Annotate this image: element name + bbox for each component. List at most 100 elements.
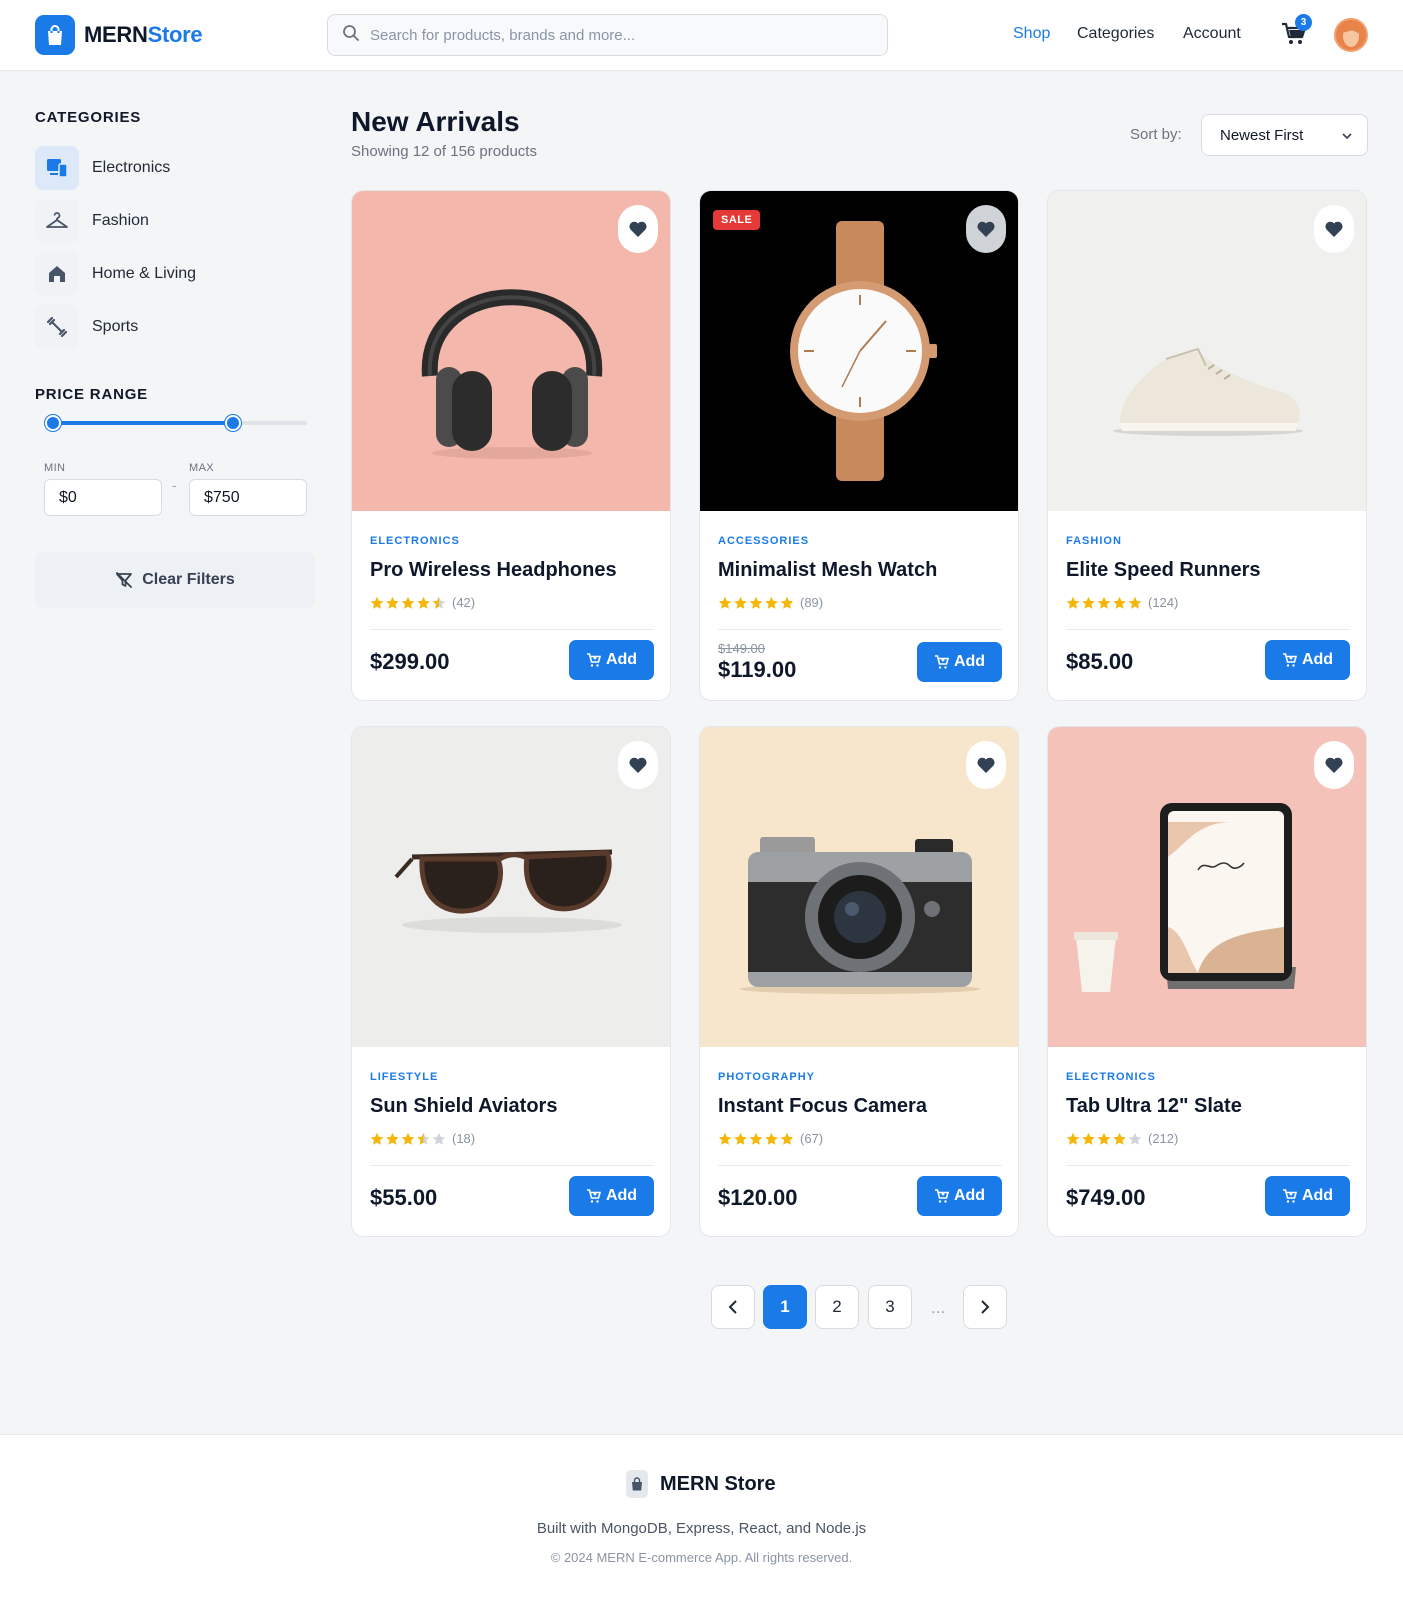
- category-label: Electronics: [92, 159, 171, 176]
- sort-select[interactable]: Newest First: [1201, 114, 1368, 156]
- pagination-page-3[interactable]: 3: [868, 1285, 912, 1329]
- add-to-cart-button[interactable]: Add: [569, 1176, 654, 1216]
- nav-categories[interactable]: Categories: [1077, 25, 1154, 43]
- product-name[interactable]: Elite Speed Runners: [1066, 559, 1261, 582]
- divider: [1066, 629, 1350, 630]
- cart-count-badge: 3: [1295, 14, 1312, 31]
- pagination-next-button[interactable]: [963, 1285, 1007, 1329]
- star-rating-icon: [718, 1132, 794, 1146]
- site-logo[interactable]: MERNStore: [35, 15, 203, 55]
- product-price: $120.00: [718, 1185, 798, 1210]
- add-label: Add: [953, 653, 986, 670]
- max-label: MAX: [189, 462, 215, 474]
- product-image[interactable]: [1048, 191, 1366, 511]
- product-card[interactable]: SALE ACCESSORIES Minimalist Mesh Watch (…: [699, 190, 1019, 701]
- product-card[interactable]: ELECTRONICS Pro Wireless Headphones (42)…: [351, 190, 671, 701]
- category-label: Fashion: [92, 212, 149, 229]
- product-rating: (67): [718, 1131, 823, 1146]
- divider: [370, 1165, 654, 1166]
- category-home-living[interactable]: Home & Living: [35, 252, 315, 296]
- product-price: $119.00: [718, 657, 797, 682]
- product-price: $749.00: [1066, 1185, 1146, 1210]
- product-card[interactable]: LIFESTYLE Sun Shield Aviators (18) $55.0…: [351, 726, 671, 1237]
- search-input[interactable]: [370, 26, 850, 44]
- shopping-bag-icon: [35, 15, 75, 55]
- product-category: ACCESSORIES: [718, 535, 810, 547]
- wishlist-heart-icon[interactable]: [618, 205, 658, 253]
- min-price-input[interactable]: $0: [44, 479, 162, 516]
- product-image[interactable]: [352, 727, 670, 1047]
- pagination-prev-button[interactable]: [711, 1285, 755, 1329]
- wishlist-heart-icon[interactable]: [1314, 741, 1354, 789]
- category-electronics[interactable]: Electronics: [35, 146, 315, 190]
- sort-value: Newest First: [1220, 126, 1304, 144]
- pagination-page-1[interactable]: 1: [763, 1285, 807, 1329]
- add-to-cart-button[interactable]: Add: [917, 1176, 1002, 1216]
- avatar[interactable]: [1334, 18, 1368, 52]
- review-count: (124): [1148, 595, 1179, 610]
- product-rating: (18): [370, 1131, 475, 1146]
- add-label: Add: [605, 651, 638, 668]
- price-slider-min-handle[interactable]: [45, 415, 61, 431]
- product-category: FASHION: [1066, 535, 1122, 547]
- add-to-cart-button[interactable]: Add: [1265, 640, 1350, 680]
- price-range-heading: PRICE RANGE: [35, 386, 148, 403]
- chevron-left-icon: [728, 1300, 738, 1314]
- footer-copyright: © 2024 MERN E-commerce App. All rights r…: [550, 1550, 853, 1565]
- category-fashion[interactable]: Fashion: [35, 199, 315, 243]
- wishlist-heart-icon[interactable]: [966, 205, 1006, 253]
- price-slider-max-handle[interactable]: [225, 415, 241, 431]
- max-price-input[interactable]: $750: [189, 479, 307, 516]
- product-rating: (42): [370, 595, 475, 610]
- product-image[interactable]: [352, 191, 670, 511]
- product-card[interactable]: FASHION Elite Speed Runners (124) $85.00…: [1047, 190, 1367, 701]
- product-name[interactable]: Instant Focus Camera: [718, 1095, 927, 1118]
- product-price: $299.00: [370, 649, 450, 674]
- product-image[interactable]: [700, 727, 1018, 1047]
- product-card[interactable]: PHOTOGRAPHY Instant Focus Camera (67) $1…: [699, 726, 1019, 1237]
- shopping-bag-icon: [626, 1470, 648, 1498]
- home-icon: [35, 252, 79, 296]
- product-rating: (124): [1066, 595, 1178, 610]
- cart-plus-icon: [934, 654, 954, 670]
- product-name[interactable]: Tab Ultra 12" Slate: [1066, 1095, 1242, 1118]
- page-title: New Arrivals: [351, 106, 520, 137]
- range-dash: -: [172, 477, 177, 493]
- search-bar: [327, 14, 888, 56]
- product-image[interactable]: [1048, 727, 1366, 1047]
- wishlist-heart-icon[interactable]: [618, 741, 658, 789]
- nav-shop[interactable]: Shop: [1013, 25, 1050, 43]
- cart-plus-icon: [1282, 1188, 1302, 1204]
- cart-plus-icon: [934, 1188, 954, 1204]
- add-to-cart-button[interactable]: Add: [1265, 1176, 1350, 1216]
- clear-filters-button[interactable]: Clear Filters: [35, 552, 315, 608]
- product-rating: (89): [718, 595, 823, 610]
- divider: [718, 1165, 1002, 1166]
- clear-filters-label: Clear Filters: [142, 571, 235, 588]
- category-label: Home & Living: [92, 265, 197, 282]
- product-name[interactable]: Sun Shield Aviators: [370, 1095, 557, 1118]
- product-card[interactable]: ELECTRONICS Tab Ultra 12" Slate (212) $7…: [1047, 726, 1367, 1237]
- add-label: Add: [1301, 1187, 1334, 1204]
- product-category: ELECTRONICS: [370, 535, 460, 547]
- category-sports[interactable]: Sports: [35, 305, 315, 349]
- sort-label: Sort by:: [1130, 126, 1182, 143]
- top-header: MERNStore Shop Categories Account 3: [0, 0, 1403, 71]
- product-name[interactable]: Pro Wireless Headphones: [370, 559, 617, 582]
- search-icon: [342, 24, 360, 47]
- product-name[interactable]: Minimalist Mesh Watch: [718, 559, 937, 582]
- pagination-page-2[interactable]: 2: [815, 1285, 859, 1329]
- review-count: (67): [800, 1131, 824, 1146]
- nav-account[interactable]: Account: [1183, 25, 1241, 43]
- product-image[interactable]: SALE: [700, 191, 1018, 511]
- wishlist-heart-icon[interactable]: [966, 741, 1006, 789]
- wishlist-heart-icon[interactable]: [1314, 205, 1354, 253]
- add-to-cart-button[interactable]: Add: [569, 640, 654, 680]
- category-label: Sports: [92, 318, 139, 335]
- star-rating-icon: [370, 596, 446, 610]
- add-to-cart-button[interactable]: Add: [917, 642, 1002, 682]
- price-slider-fill: [52, 421, 232, 425]
- filter-off-icon: [115, 571, 133, 589]
- cart-plus-icon: [1282, 652, 1302, 668]
- min-label: MIN: [44, 462, 66, 474]
